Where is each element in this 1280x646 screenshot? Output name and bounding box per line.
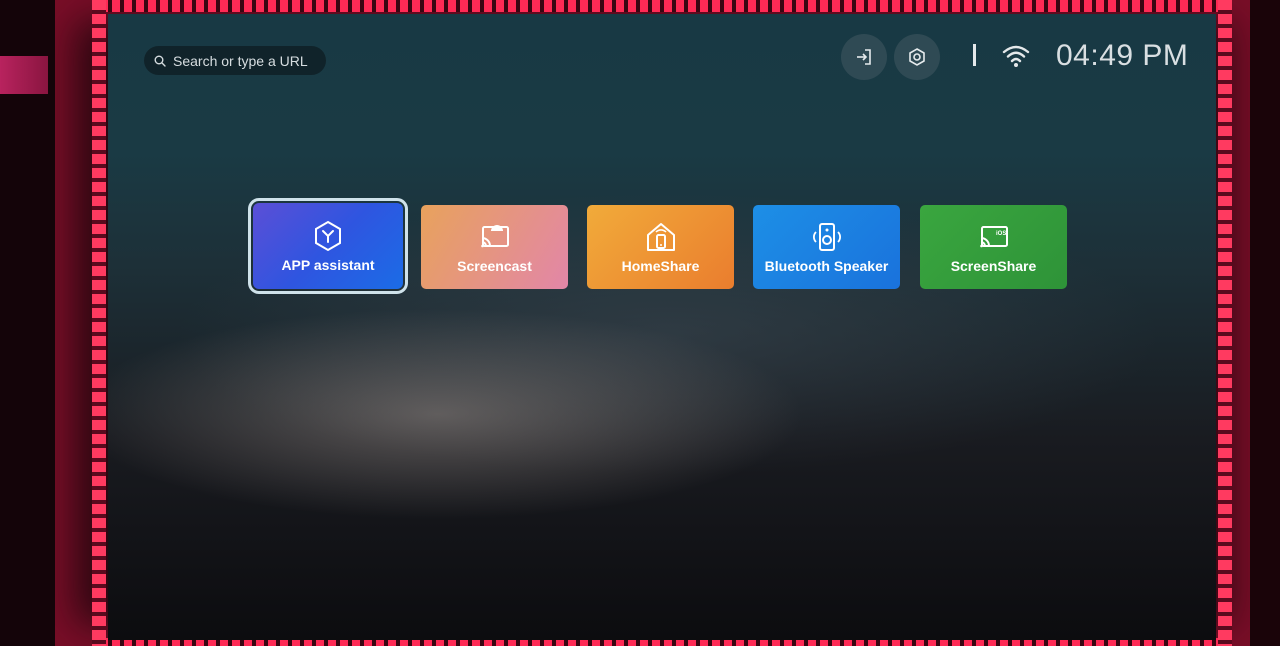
search-icon [154, 55, 166, 67]
status-divider [973, 44, 976, 66]
speaker-icon [812, 223, 841, 251]
tile-label: HomeShare [621, 258, 700, 274]
ios-badge: iOS [996, 231, 1006, 237]
settings-button[interactable] [894, 34, 940, 80]
projected-screen: Search or type a URL 04:49 PM APP assist… [108, 14, 1216, 640]
tile-homeshare[interactable]: HomeShare [587, 205, 734, 289]
led-strip-right [1218, 0, 1232, 646]
tile-bluetooth-speaker[interactable]: Bluetooth Speaker [753, 205, 900, 289]
cast-icon [480, 225, 509, 248]
search-placeholder: Search or type a URL [173, 52, 308, 69]
input-source-icon [857, 49, 871, 65]
ambient-light-left [0, 56, 48, 94]
clock: 04:49 PM [1056, 39, 1189, 72]
wifi-icon [1002, 45, 1030, 67]
surround-left [0, 0, 55, 646]
input-source-button[interactable] [841, 34, 887, 80]
app-assistant-icon [315, 220, 341, 252]
settings-icon [909, 48, 925, 66]
tile-screenshare[interactable]: iOS ScreenShare [920, 205, 1067, 289]
led-strip-left [92, 0, 106, 646]
tile-label: Screencast [457, 258, 532, 274]
home-share-icon [646, 223, 675, 251]
tile-label: APP assistant [281, 257, 375, 273]
search-bar[interactable]: Search or type a URL [144, 46, 326, 75]
tile-app-assistant[interactable]: APP assistant [248, 198, 408, 294]
led-strip-top [100, 0, 1230, 12]
screen-share-ios-icon: iOS [979, 226, 1008, 248]
surround-right [1250, 0, 1280, 646]
tile-screencast[interactable]: Screencast [421, 205, 568, 289]
tile-label: Bluetooth Speaker [764, 258, 889, 274]
tile-label: ScreenShare [950, 258, 1037, 274]
